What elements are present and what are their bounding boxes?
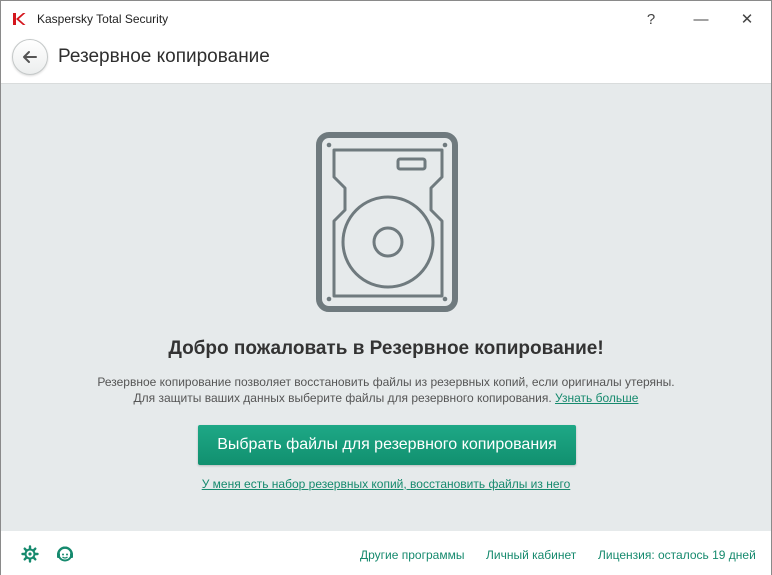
kaspersky-logo-icon: [13, 13, 26, 25]
help-button[interactable]: ?: [637, 7, 665, 33]
restore-from-backup-link[interactable]: У меня есть набор резервных копий, восст…: [1, 477, 771, 491]
hard-drive-icon: [316, 132, 458, 312]
page-header: Резервное копирование: [1, 39, 771, 84]
description-line-2-text: Для защиты ваших данных выберите файлы д…: [133, 391, 552, 405]
description-line-1: Резервное копирование позволяет восстано…: [97, 375, 675, 389]
back-button[interactable]: [12, 39, 48, 75]
license-link[interactable]: Лицензия: осталось 19 дней: [598, 548, 756, 562]
description-text: Резервное копирование позволяет восстано…: [1, 374, 771, 406]
select-files-button[interactable]: Выбрать файлы для резервного копирования: [198, 425, 576, 465]
gear-icon[interactable]: [21, 545, 39, 563]
learn-more-link[interactable]: Узнать больше: [555, 391, 638, 405]
support-icon[interactable]: [56, 545, 74, 563]
other-programs-link[interactable]: Другие программы: [360, 548, 464, 562]
close-button[interactable]: ✕: [733, 7, 761, 33]
arrow-left-icon: [23, 51, 37, 63]
page-title: Резервное копирование: [58, 46, 270, 67]
title-bar: Kaspersky Total Security ? — ✕: [1, 1, 771, 39]
window-title: Kaspersky Total Security: [37, 12, 169, 26]
description-line-2: Для защиты ваших данных выберите файлы д…: [1, 390, 771, 406]
my-account-link[interactable]: Личный кабинет: [486, 548, 576, 562]
app-window: Kaspersky Total Security ? — ✕ Резервное…: [0, 0, 772, 575]
welcome-heading: Добро пожаловать в Резервное копирование…: [168, 338, 604, 359]
minimize-button[interactable]: —: [687, 7, 715, 33]
main-content: Добро пожаловать в Резервное копирование…: [1, 84, 771, 531]
footer: Другие программы Личный кабинет Лицензия…: [1, 531, 771, 575]
